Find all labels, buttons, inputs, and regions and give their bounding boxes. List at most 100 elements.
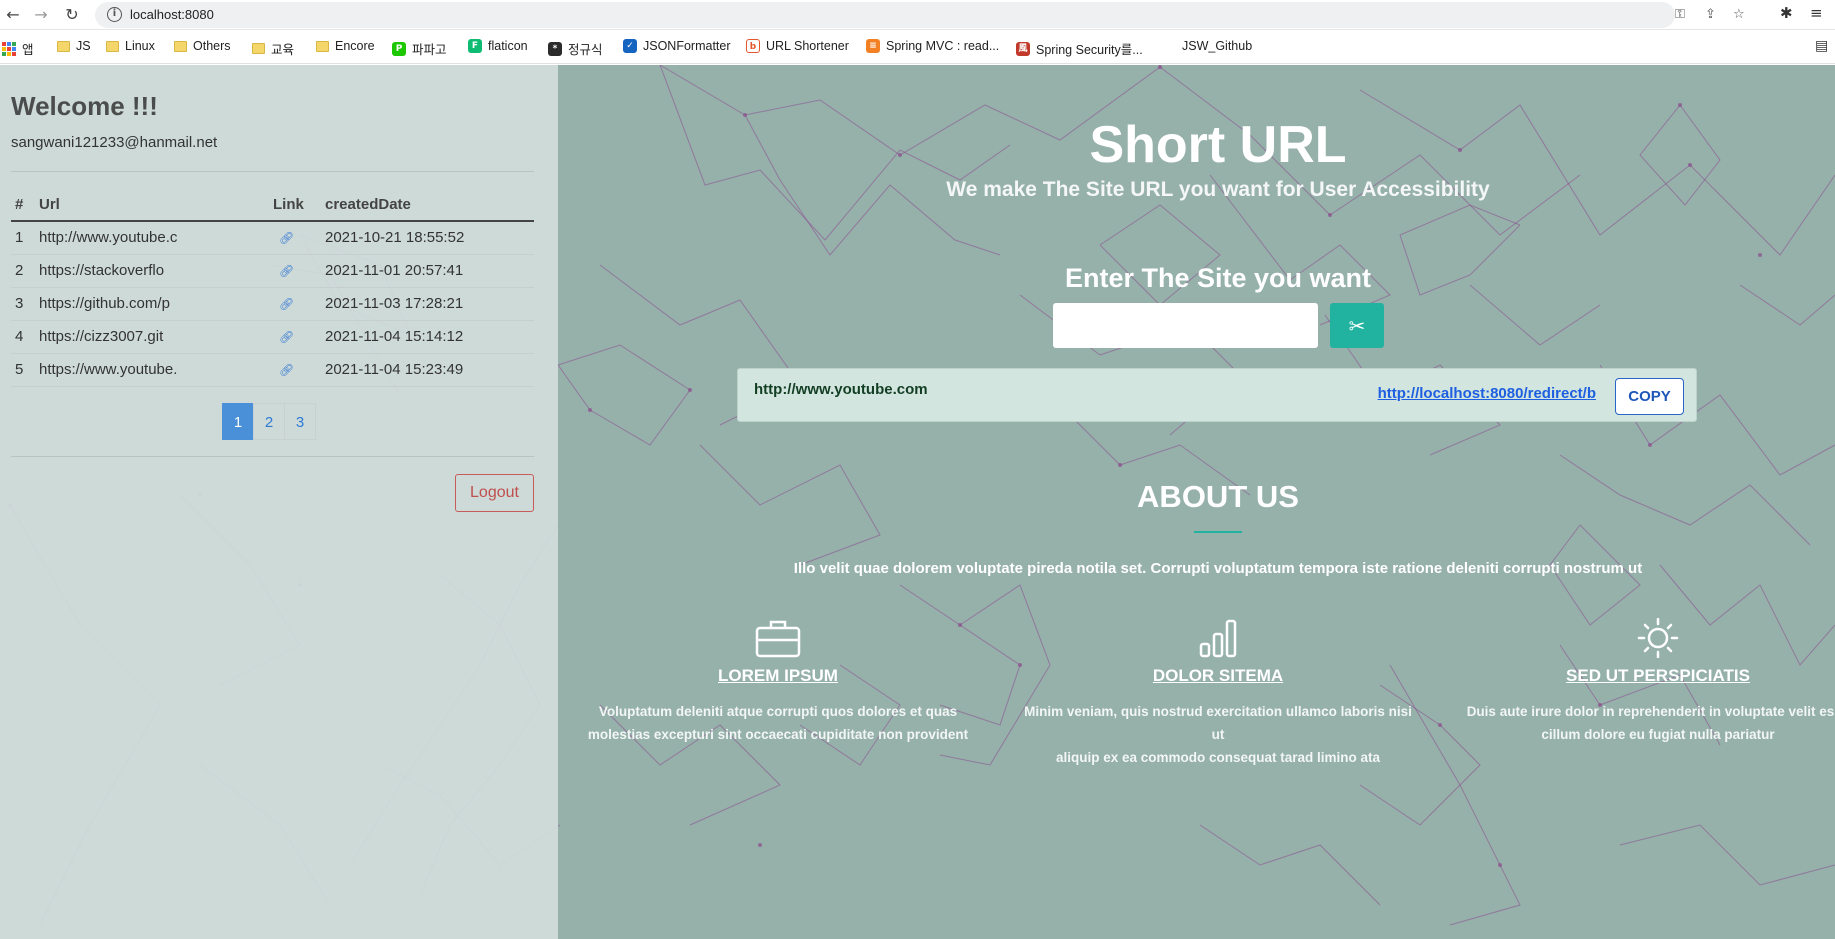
site-info-icon[interactable]: i [107,7,122,22]
address-bar[interactable]: i localhost:8080 ⚿ ⇪ ☆ [95,2,1745,28]
feature-sed-ut-perspiciatis: SED UT PERSPICIATIS Duis aute irure dolo… [1458,618,1835,746]
result-box: http://www.youtube.com http://localhost:… [737,368,1697,422]
forward-arrow-icon[interactable]: → [30,4,52,26]
row-url: https://www.youtube. [39,353,273,387]
enter-site-label: Enter The Site you want [1064,263,1372,293]
table-row: 3 https://github.com/p 🔗︎ 2021-11-03 17:… [11,287,534,321]
feature-desc-line: Minim veniam, quis nostrud exercitation … [1024,704,1412,742]
bookmark-apps[interactable]: 앱 [2,39,34,58]
main-content: Short URL We make The Site URL you want … [558,65,1835,939]
row-number: 3 [11,287,39,321]
row-created-date: 2021-11-01 20:57:41 [325,254,534,288]
bookmark-folder-js[interactable]: JS [57,39,91,53]
bookmark-label: 교육 [271,43,295,57]
page-2-button[interactable]: 2 [253,403,285,440]
divider [11,171,534,172]
bar-chart-icon [1199,619,1237,658]
feature-title[interactable]: LOREM IPSUM [578,666,978,686]
link-icon[interactable]: 🔗︎ [273,330,294,344]
row-url: https://cizz3007.git [39,320,273,354]
about-text: Illo velit quae dolorem voluptate pireda… [793,560,1643,577]
divider [11,456,534,457]
bookmark-jsonformatter[interactable]: ✓ JSONFormatter [623,39,731,53]
page-title: Short URL [1089,116,1347,174]
table-row: 2 https://stackoverflo 🔗︎ 2021-11-01 20:… [11,254,534,288]
row-url: http://www.youtube.c [39,221,273,255]
bookmark-folder-linux[interactable]: Linux [106,39,155,53]
key-icon[interactable]: ⚿ [1675,7,1685,22]
feature-description: Voluptatum deleniti atque corrupti quos … [578,700,978,746]
feature-desc-line: molestias excepturi sint occaecati cupid… [587,727,969,742]
row-created-date: 2021-10-21 18:55:52 [325,221,534,255]
bookmark-label: 파파고 [412,43,447,57]
row-number: 2 [11,254,39,288]
about-heading: ABOUT US [1137,479,1299,514]
bookmark-folder-education[interactable]: 교육 [252,39,294,58]
feature-dolor-sitema: DOLOR SITEMA Minim veniam, quis nostrud … [1018,618,1418,769]
bookmark-url-shortener[interactable]: b URL Shortener [746,39,849,53]
link-icon[interactable]: 🔗︎ [273,297,294,311]
bookmark-label: JS [76,39,91,53]
bookmark-label: JSW_Github [1182,39,1253,53]
extensions-icon[interactable]: ✱ [1780,4,1793,22]
bookmark-folder-others[interactable]: Others [174,39,231,53]
about-underline [1194,531,1242,533]
back-arrow-icon[interactable]: ← [2,4,24,26]
bookmark-label: 앱 [22,43,34,57]
bookmark-spring-mvc[interactable]: ≡ Spring MVC : read... [866,39,999,53]
short-url-link[interactable]: http://localhost:8080/redirect/b [1378,385,1596,402]
link-icon[interactable]: 🔗︎ [273,264,294,278]
copy-button[interactable]: COPY [1615,378,1684,415]
link-icon[interactable]: 🔗︎ [273,231,294,245]
bookmark-papago[interactable]: P 파파고 [392,39,447,58]
row-created-date: 2021-11-04 15:23:49 [325,353,534,387]
bookmark-spring-security[interactable]: 風 Spring Security를... [1016,39,1143,58]
feature-desc-line: aliquip ex ea commodo consequat tarad li… [1055,750,1381,765]
table-row: 4 https://cizz3007.git 🔗︎ 2021-11-04 15:… [11,320,534,354]
bookmark-folder-encore[interactable]: Encore [316,39,375,53]
column-header-number: # [11,188,39,222]
table-row: 1 http://www.youtube.c 🔗︎ 2021-10-21 18:… [11,221,534,255]
link-icon[interactable]: 🔗︎ [273,363,294,377]
bookmark-regex[interactable]: * 정규식 [548,39,603,58]
bookmark-jsw-github[interactable]: JSW_Github [1182,39,1252,53]
shorten-button[interactable]: ✂ [1330,303,1384,348]
column-header-link: Link [273,188,325,222]
briefcase-icon [755,620,801,658]
folder-icon [316,40,329,52]
flaticon-icon: F [468,39,482,53]
page-3-button[interactable]: 3 [284,403,316,440]
reading-list-icon[interactable]: ≡ [1810,4,1823,22]
apps-grid-icon [2,41,16,56]
share-icon[interactable]: ⇪ [1705,7,1716,22]
star-icon[interactable]: ☆ [1733,7,1745,22]
checkbox-icon: ✓ [623,39,637,53]
feature-lorem-ipsum: LOREM IPSUM Voluptatum deleniti atque co… [578,618,978,746]
welcome-heading: Welcome !!! [11,91,158,121]
bookmark-label: Linux [125,39,155,53]
site-url-input[interactable] [1053,303,1318,348]
reading-list-icon[interactable]: ▤ [1815,38,1828,54]
bookmark-label: URL Shortener [766,39,849,53]
feature-title[interactable]: SED UT PERSPICIATIS [1458,666,1835,686]
feature-title[interactable]: DOLOR SITEMA [1018,666,1418,686]
bookmark-label: flaticon [488,39,528,53]
bookmarks-bar: 앱 JS Linux Others 교육 Encore P 파파고 F flat… [0,31,1835,64]
bookmark-label: JSONFormatter [643,39,731,53]
reload-icon[interactable]: ↻ [61,4,83,26]
bookmark-flaticon[interactable]: F flaticon [468,39,528,53]
logout-button[interactable]: Logout [455,474,534,512]
regex-icon: * [548,41,562,56]
table-header-row: # Url Link createdDate [11,188,534,222]
address-url[interactable]: localhost:8080 [130,7,214,22]
page-1-button[interactable]: 1 [222,403,254,440]
folder-icon [106,40,119,52]
url-shortener-icon: b [746,39,760,53]
browser-toolbar: ← → ↻ i localhost:8080 ⚿ ⇪ ☆ ✱ ≡ [0,0,1835,30]
row-number: 1 [11,221,39,255]
stackoverflow-icon: ≡ [866,39,880,53]
feature-description: Duis aute irure dolor in reprehenderit i… [1458,700,1835,746]
url-history-table: # Url Link createdDate 1 http://www.yout… [11,188,534,387]
bookmark-label: Spring MVC : read... [886,39,1000,53]
sidebar: Welcome !!! sangwani121233@hanmail.net #… [0,65,558,939]
